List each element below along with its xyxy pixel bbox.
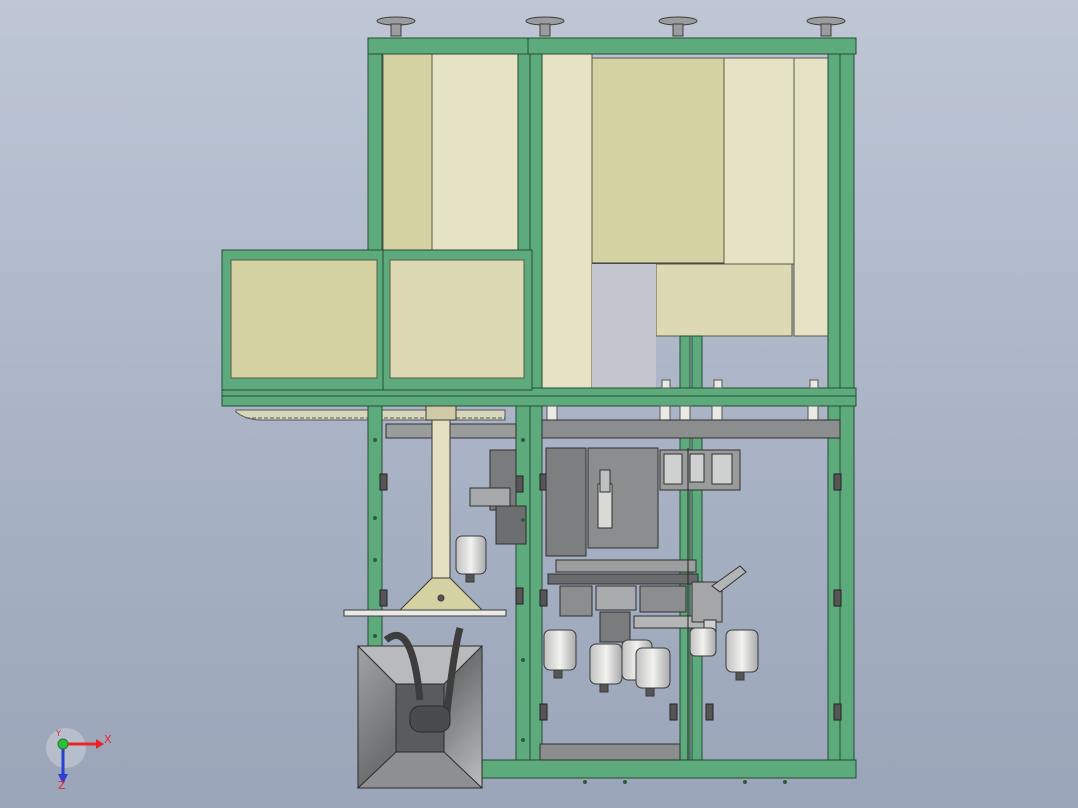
panel [793, 57, 831, 337]
leveling-foot [658, 16, 698, 37]
leveling-foot [525, 16, 565, 37]
panel [431, 53, 523, 255]
leveling-feet [376, 16, 846, 37]
top-plate [541, 419, 841, 439]
leveling-foot [806, 16, 846, 37]
upright [679, 335, 691, 391]
motor-block [545, 447, 587, 557]
panel [230, 259, 378, 379]
vacuum-pot [543, 629, 577, 679]
top-beam [367, 37, 857, 55]
vacuum-pot [589, 643, 623, 693]
vacuum-pot [635, 647, 671, 697]
upright [839, 405, 855, 779]
coordinate-triad-icon [46, 728, 104, 784]
hopper [356, 627, 484, 789]
vacuum-pot [455, 535, 487, 583]
mid-beam [221, 387, 857, 407]
side-enclosure [221, 249, 533, 391]
triad-x-label: X [104, 733, 112, 746]
triad-y-label: Y [56, 729, 61, 738]
cylinder [599, 469, 611, 493]
leveling-foot [376, 16, 416, 37]
upright [827, 53, 841, 391]
cad-viewport[interactable]: X Y Z [0, 0, 1078, 808]
machine-model[interactable] [0, 0, 1078, 808]
upright [839, 53, 855, 391]
vacuum-pot [689, 627, 717, 657]
panel [723, 57, 795, 265]
panel [592, 264, 656, 388]
panel [389, 259, 525, 379]
vacuum-pot [725, 629, 759, 681]
triad-z-label: Z [58, 779, 66, 792]
panel [655, 263, 793, 337]
upright [691, 335, 703, 391]
panel [539, 53, 593, 389]
panel [591, 57, 725, 265]
